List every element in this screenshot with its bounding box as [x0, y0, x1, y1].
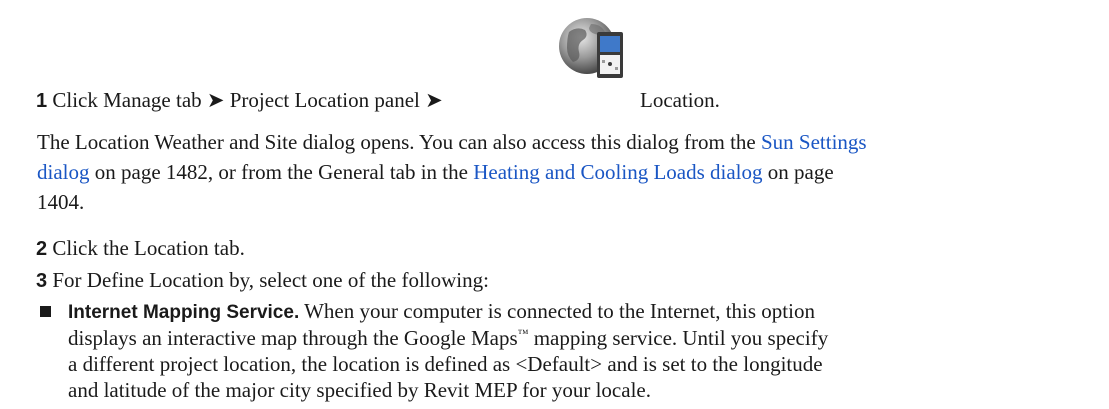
- step-number: 3: [36, 270, 48, 292]
- option-1-title: Internet Mapping Service.: [68, 302, 300, 323]
- sun-settings-link[interactable]: Sun Settings: [761, 130, 867, 154]
- option-1-line-1: Internet Mapping Service. When your comp…: [68, 297, 815, 327]
- step-1-note-line-2: dialog on page 1482, or from the General…: [37, 158, 834, 186]
- option-1-line-3: a different project location, the locati…: [68, 352, 823, 376]
- location-icon: [555, 10, 631, 86]
- option-1-line-4: and latitude of the major city specified…: [68, 378, 651, 402]
- sun-settings-link-cont[interactable]: dialog: [37, 160, 90, 184]
- step-3-text: For Define Location by, select one of th…: [52, 268, 489, 292]
- step-1-text: Click Manage tab ➤ Project Location pane…: [52, 88, 443, 112]
- option-1-text: When your computer is connected to the I…: [304, 299, 815, 323]
- note-text: The Location Weather and Site dialog ope…: [37, 130, 756, 154]
- option-1-text: displays an interactive map through the …: [68, 326, 518, 350]
- option-1-line-2: displays an interactive map through the …: [68, 324, 828, 352]
- note-text: on page 1482, or from the General tab in…: [94, 160, 468, 184]
- step-2: 2 Click the Location tab.: [36, 234, 245, 263]
- trademark: ™: [517, 328, 529, 340]
- step-1-text-after: Location.: [640, 88, 720, 112]
- note-text: on page: [767, 160, 834, 184]
- bullet-icon: [40, 306, 51, 317]
- option-1-text: mapping service. Until you specify: [533, 326, 829, 350]
- step-number: 2: [36, 238, 48, 260]
- step-1: 1 Click Manage tab ➤ Project Location pa…: [36, 86, 443, 115]
- heating-cooling-link[interactable]: Heating and Cooling Loads dialog: [473, 160, 762, 184]
- step-1-note-line-3: 1404.: [37, 190, 85, 214]
- step-2-text: Click the Location tab.: [52, 236, 245, 260]
- step-number: 1: [36, 90, 48, 112]
- step-1-note-line-1: The Location Weather and Site dialog ope…: [37, 128, 867, 156]
- step-3: 3 For Define Location by, select one of …: [36, 266, 489, 295]
